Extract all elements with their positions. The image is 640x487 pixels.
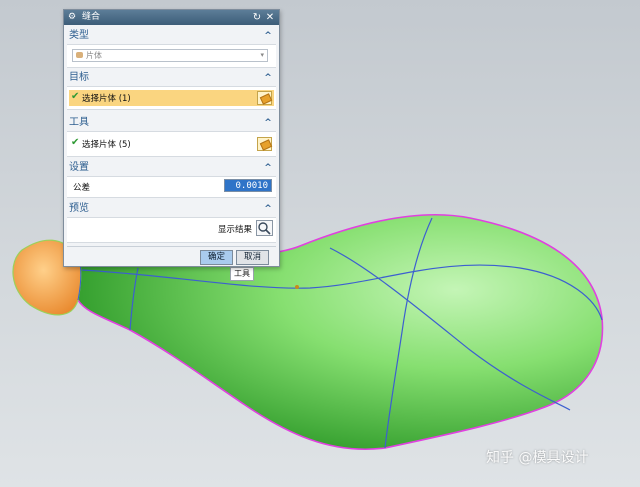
tool-select-button[interactable]	[257, 137, 273, 151]
check-icon: ✔	[71, 91, 80, 102]
target-select-button[interactable]	[257, 91, 273, 105]
collapse-caret-icon[interactable]: ^	[263, 29, 273, 43]
check-icon: ✔	[71, 137, 80, 148]
cancel-button[interactable]: 取消	[236, 250, 269, 265]
section-header-target[interactable]: 目标 ^	[67, 71, 276, 85]
tolerance-label: 公差	[73, 183, 91, 193]
close-icon[interactable]: ✕	[265, 10, 275, 25]
chevron-down-icon: ▾	[260, 51, 264, 59]
magnifier-icon	[258, 222, 271, 235]
bottom-separator	[67, 246, 276, 247]
collapse-caret-icon[interactable]: ^	[263, 71, 273, 85]
section-type-label: 类型	[69, 30, 89, 41]
sheet-type-icon	[76, 52, 83, 58]
section-body-preview: 显示结果	[67, 217, 276, 243]
eraser-select-icon	[259, 139, 273, 151]
section-target-label: 目标	[69, 72, 89, 83]
show-result-button[interactable]	[256, 220, 273, 236]
sew-dialog: ⚙ 缝合 ↻ ✕ 类型 ^ 片体 ▾ 目标 ^ ✔ 选择片体 (1) 工具 ^ …	[63, 9, 280, 267]
watermark: 知乎 @模具设计	[486, 450, 589, 466]
section-body-tool: ✔ 选择片体 (5)	[67, 131, 276, 157]
tolerance-input[interactable]	[224, 179, 272, 192]
target-select-label: 选择片体 (1)	[82, 94, 131, 104]
dialog-title: 缝合	[82, 12, 101, 22]
tool-label-tag: 工具	[230, 267, 254, 281]
section-body-target: ✔ 选择片体 (1)	[67, 86, 276, 110]
collapse-caret-icon[interactable]: ^	[263, 202, 273, 216]
collapse-caret-icon[interactable]: ^	[263, 116, 273, 130]
eraser-select-icon	[259, 93, 273, 105]
type-dropdown[interactable]: 片体 ▾	[72, 49, 268, 62]
section-header-preview[interactable]: 预览 ^	[67, 202, 276, 216]
collapse-caret-icon[interactable]: ^	[263, 161, 273, 175]
show-result-label: 显示结果	[217, 225, 252, 235]
tool-select-row[interactable]: ✔ 选择片体 (5)	[69, 136, 274, 152]
section-preview-label: 预览	[69, 203, 89, 214]
section-tool-label: 工具	[69, 117, 89, 128]
section-settings-label: 设置	[69, 162, 89, 173]
ok-button[interactable]: 确定	[200, 250, 233, 265]
dialog-titlebar[interactable]: ⚙ 缝合 ↻ ✕	[64, 10, 279, 25]
reset-icon[interactable]: ↻	[252, 10, 262, 25]
section-header-type[interactable]: 类型 ^	[67, 29, 276, 43]
target-select-row[interactable]: ✔ 选择片体 (1)	[69, 90, 274, 106]
type-dropdown-value: 片体	[86, 51, 102, 60]
tool-select-label: 选择片体 (5)	[82, 140, 131, 150]
section-body-settings: 公差	[67, 176, 276, 198]
seam-point-marker	[295, 285, 299, 289]
section-header-tool[interactable]: 工具 ^	[67, 116, 276, 130]
section-header-settings[interactable]: 设置 ^	[67, 161, 276, 175]
section-body-type: 片体 ▾	[67, 44, 276, 68]
gear-icon: ⚙	[68, 12, 77, 22]
